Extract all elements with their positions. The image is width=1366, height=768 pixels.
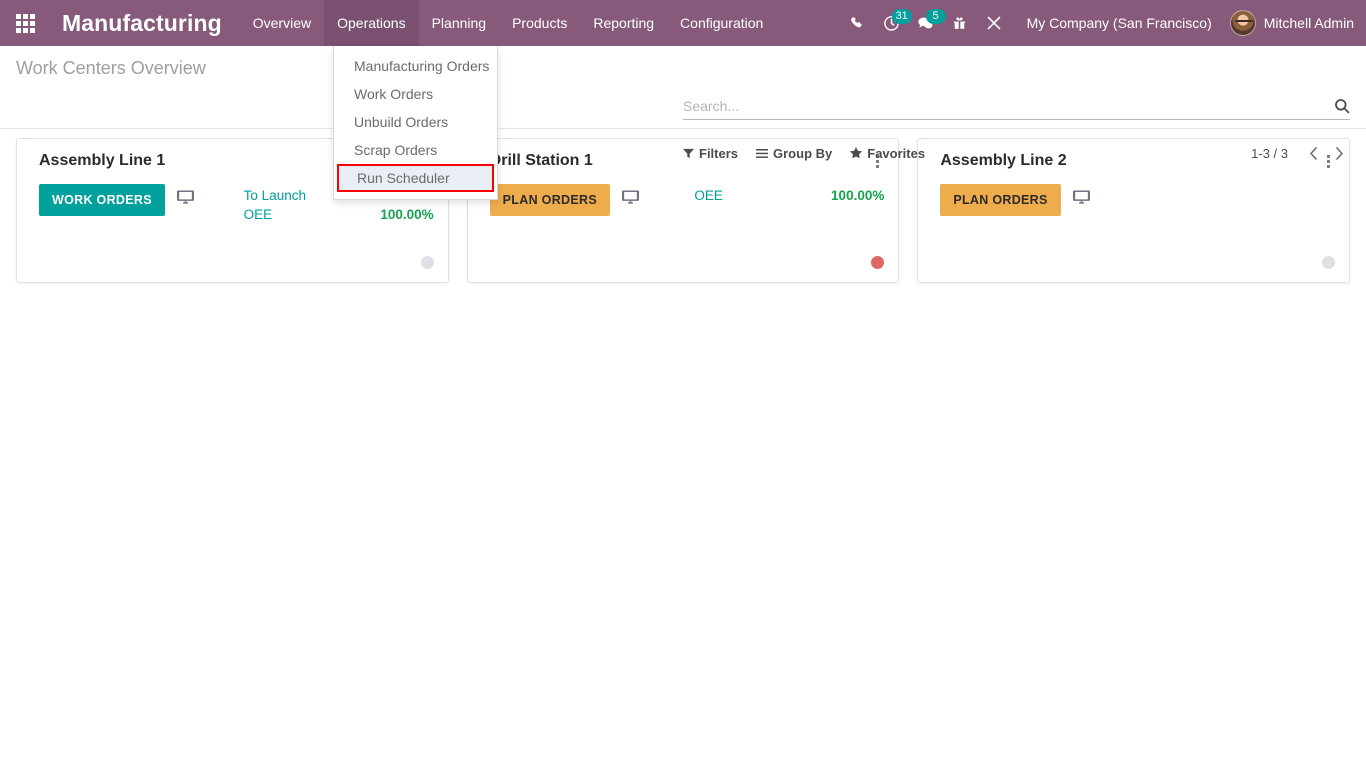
card-stats: OEE 100.00% xyxy=(694,184,884,205)
menu-planning[interactable]: Planning xyxy=(419,0,500,46)
pager: 1-3 / 3 xyxy=(1251,142,1350,164)
favorites-button[interactable]: Favorites xyxy=(850,146,925,161)
work-orders-button[interactable]: WORK ORDERS xyxy=(39,184,165,216)
group-by-label: Group By xyxy=(773,145,833,161)
stat-row: OEE 100.00% xyxy=(244,205,434,224)
messages-icon[interactable]: 5 xyxy=(909,0,946,46)
status-dot[interactable] xyxy=(871,256,885,269)
status-dot[interactable] xyxy=(1322,256,1336,269)
menu-overview[interactable]: Overview xyxy=(240,0,324,46)
chevron-left-icon xyxy=(1309,146,1317,160)
apps-menu-button[interactable] xyxy=(0,0,50,46)
dropdown-item-scrap-orders[interactable]: Scrap Orders xyxy=(334,136,497,164)
stat-label-to-launch[interactable]: To Launch xyxy=(244,186,306,205)
stat-value-oee: 100.00% xyxy=(831,188,885,203)
filters-button[interactable]: Filters xyxy=(683,146,738,161)
monitor-icon[interactable] xyxy=(1072,190,1090,206)
group-by-icon xyxy=(756,148,769,158)
apps-grid-icon xyxy=(15,13,35,33)
work-centers-kanban: Assembly Line 1 WORK ORDERS To Launch 1 … xyxy=(0,138,1366,768)
dropdown-item-work-orders[interactable]: Work Orders xyxy=(334,80,497,108)
stat-value-oee: 100.00% xyxy=(380,207,434,222)
plan-orders-button[interactable]: PLAN ORDERS xyxy=(489,184,610,216)
favorites-label: Favorites xyxy=(867,145,926,161)
search-bar xyxy=(683,98,1350,120)
activity-clock-icon[interactable]: 31 xyxy=(875,0,912,46)
search-input[interactable] xyxy=(683,98,1334,114)
menu-reporting[interactable]: Reporting xyxy=(580,0,667,46)
filter-icon xyxy=(683,148,694,158)
user-menu[interactable]: Mitchell Admin xyxy=(1226,10,1354,36)
dropdown-item-run-scheduler[interactable]: Run Scheduler xyxy=(337,164,494,192)
user-avatar xyxy=(1229,10,1256,36)
monitor-icon[interactable] xyxy=(176,190,194,206)
systray: 31 5 My Company (San Francisco) Mitchell… xyxy=(841,0,1366,46)
tools-icon[interactable] xyxy=(977,0,1011,46)
card-title: Drill Station 1 xyxy=(489,152,593,169)
card-stats xyxy=(1145,184,1335,186)
menu-operations[interactable]: Operations xyxy=(324,0,419,46)
monitor-icon[interactable] xyxy=(621,190,639,206)
stat-label-oee[interactable]: OEE xyxy=(244,205,273,224)
chevron-right-icon xyxy=(1335,146,1343,160)
stat-label-oee[interactable]: OEE xyxy=(694,186,723,205)
phone-icon[interactable] xyxy=(841,0,875,46)
company-selector[interactable]: My Company (San Francisco) xyxy=(1011,15,1226,31)
search-options-bar: Filters Group By Favorites 1-3 / 3 xyxy=(683,142,1350,164)
breadcrumb: Work Centers Overview xyxy=(16,58,206,78)
star-icon xyxy=(850,147,863,159)
operations-dropdown-menu: Manufacturing Orders Work Orders Unbuild… xyxy=(333,46,498,200)
menu-configuration[interactable]: Configuration xyxy=(667,0,776,46)
plan-orders-button[interactable]: PLAN ORDERS xyxy=(940,184,1061,216)
pager-next-button[interactable] xyxy=(1328,142,1350,164)
menu-products[interactable]: Products xyxy=(499,0,580,46)
filters-label: Filters xyxy=(699,145,739,161)
card-title: Assembly Line 1 xyxy=(39,152,166,169)
search-icon[interactable] xyxy=(1334,98,1350,114)
user-name-label: Mitchell Admin xyxy=(1263,15,1354,31)
pager-range: 1-3 / 3 xyxy=(1251,145,1288,161)
control-panel: Work Centers Overview Filters Group By xyxy=(0,46,1366,161)
dropdown-item-unbuild-orders[interactable]: Unbuild Orders xyxy=(334,108,497,136)
dropdown-item-manufacturing-orders[interactable]: Manufacturing Orders xyxy=(334,52,497,80)
main-menu-bar: Overview Operations Planning Products Re… xyxy=(240,0,777,46)
gift-icon[interactable] xyxy=(943,0,977,46)
stat-row: OEE 100.00% xyxy=(694,186,884,205)
group-by-button[interactable]: Group By xyxy=(756,146,832,161)
app-brand-title[interactable]: Manufacturing xyxy=(50,0,240,46)
pager-previous-button[interactable] xyxy=(1302,142,1324,164)
status-dot[interactable] xyxy=(420,256,434,269)
top-navbar: Manufacturing Overview Operations Planni… xyxy=(0,0,1366,46)
